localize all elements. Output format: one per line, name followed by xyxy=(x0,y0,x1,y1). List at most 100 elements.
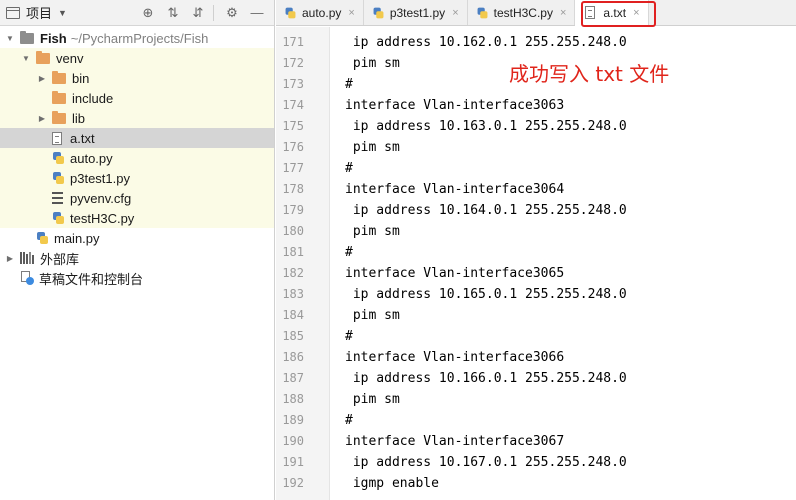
tree-item-path: ~/PycharmProjects/Fish xyxy=(70,30,209,46)
code-line[interactable]: pim sm xyxy=(345,305,796,326)
tab-label: testH3C.py xyxy=(493,5,553,20)
scratch-file-icon xyxy=(20,271,34,285)
tree-item-label: include xyxy=(72,90,114,106)
code-line[interactable]: # xyxy=(345,242,796,263)
tree-item-main-py[interactable]: main.py xyxy=(0,228,274,248)
line-number: 175 xyxy=(282,119,304,133)
python-file-icon xyxy=(52,151,65,165)
code-line[interactable]: ip address 10.166.0.1 255.255.248.0 xyxy=(345,368,796,389)
line-number-gutter: 171 172 173 174 175 176 177 178 179 180 181 182 183 1… xyxy=(276,27,330,500)
tree-item-lib[interactable]: ▶ lib xyxy=(0,108,274,128)
code-line[interactable]: interface Vlan-interface3063 xyxy=(345,95,796,116)
tree-item-label: p3test1.py xyxy=(70,170,130,186)
tree-item-label: 外部库 xyxy=(40,251,80,267)
code-line[interactable]: # xyxy=(345,158,796,179)
tree-item-label: lib xyxy=(72,110,86,126)
line-number: 174 xyxy=(282,98,304,112)
tab-testh3c-py[interactable]: testH3C.py × xyxy=(468,0,576,25)
chevron-down-icon[interactable]: ▼ xyxy=(20,54,32,63)
tree-item-label: 草稿文件和控制台 xyxy=(39,271,144,287)
line-number: 188 xyxy=(282,392,304,406)
line-number: 191 xyxy=(282,455,304,469)
code-line[interactable]: # xyxy=(345,326,796,347)
line-number: 189 xyxy=(282,413,304,427)
code-line[interactable]: interface Vlan-interface3066 xyxy=(345,347,796,368)
project-panel: 项目 ▼ ⊕ ⇅ ⇵ ⚙ — ▼ Fish ~/PycharmProjects/… xyxy=(0,0,275,500)
tree-item-label: bin xyxy=(72,70,90,86)
python-file-icon xyxy=(372,6,384,19)
line-number: 177 xyxy=(282,161,304,175)
chevron-right-icon[interactable]: ▶ xyxy=(4,254,16,263)
code-line[interactable]: pim sm xyxy=(345,221,796,242)
collapse-all-icon[interactable]: ⇵ xyxy=(187,3,209,23)
project-toolbar: 项目 ▼ ⊕ ⇅ ⇵ ⚙ — xyxy=(0,0,274,26)
tree-item-label: a.txt xyxy=(70,130,95,146)
python-file-icon xyxy=(52,171,65,185)
code-line[interactable]: pim sm xyxy=(345,389,796,410)
python-file-icon xyxy=(476,6,488,19)
close-icon[interactable]: × xyxy=(560,7,566,19)
tree-item-testh3c-py[interactable]: testH3C.py xyxy=(0,208,274,228)
code-line[interactable]: interface Vlan-interface3065 xyxy=(345,263,796,284)
line-number: 185 xyxy=(282,329,304,343)
close-icon[interactable]: × xyxy=(452,7,458,19)
tree-item-a-txt[interactable]: a.txt xyxy=(0,128,274,148)
tab-auto-py[interactable]: auto.py × xyxy=(276,0,364,25)
line-number: 172 xyxy=(282,56,304,70)
tab-label: p3test1.py xyxy=(389,5,446,20)
tree-item-pyvenv-cfg[interactable]: pyvenv.cfg xyxy=(0,188,274,208)
tree-item-label: Fish xyxy=(40,30,67,46)
code-line[interactable]: ip address 10.162.0.1 255.255.248.0 xyxy=(345,32,796,53)
line-number: 178 xyxy=(282,182,304,196)
text-file-icon xyxy=(585,6,596,19)
chevron-down-icon[interactable]: ▼ xyxy=(58,8,67,18)
expand-all-icon[interactable]: ⇅ xyxy=(162,3,184,23)
line-number: 184 xyxy=(282,308,304,322)
code-line[interactable]: ip address 10.164.0.1 255.255.248.0 xyxy=(345,200,796,221)
hide-icon[interactable]: — xyxy=(246,3,268,23)
tree-item-external-libraries[interactable]: ▶ 外部库 xyxy=(0,248,274,268)
code-line[interactable]: interface Vlan-interface3067 xyxy=(345,431,796,452)
project-view-icon xyxy=(6,6,20,19)
text-file-icon xyxy=(52,131,62,145)
chevron-right-icon[interactable]: ▶ xyxy=(36,74,48,83)
tree-item-label: venv xyxy=(56,50,84,66)
code-line[interactable]: ip address 10.167.0.1 255.255.248.0 xyxy=(345,452,796,473)
close-icon[interactable]: × xyxy=(348,7,354,19)
chevron-down-icon[interactable]: ▼ xyxy=(4,34,16,43)
code-content[interactable]: ip address 10.162.0.1 255.255.248.0 pim … xyxy=(330,27,796,500)
close-icon[interactable]: × xyxy=(633,7,639,19)
folder-icon xyxy=(52,110,66,124)
line-number: 186 xyxy=(282,350,304,364)
library-icon xyxy=(20,252,35,264)
tree-item-p3test1-py[interactable]: p3test1.py xyxy=(0,168,274,188)
code-line[interactable]: ip address 10.163.0.1 255.255.248.0 xyxy=(345,116,796,137)
line-number: 180 xyxy=(282,224,304,238)
editor-tab-bar: auto.py × p3test1.py × testH3C.py × a.tx… xyxy=(276,0,796,26)
tree-item-fish[interactable]: ▼ Fish ~/PycharmProjects/Fish xyxy=(0,28,274,48)
line-number: 183 xyxy=(282,287,304,301)
code-line[interactable]: igmp enable xyxy=(345,473,796,494)
chevron-right-icon[interactable]: ▶ xyxy=(36,114,48,123)
code-line[interactable]: # xyxy=(345,410,796,431)
code-line[interactable]: ip address 10.165.0.1 255.255.248.0 xyxy=(345,284,796,305)
line-number: 173 xyxy=(282,77,304,91)
tree-item-include[interactable]: include xyxy=(0,88,274,108)
tree-item-auto-py[interactable]: auto.py xyxy=(0,148,274,168)
tab-a-txt[interactable]: a.txt × xyxy=(575,0,649,26)
line-number: 187 xyxy=(282,371,304,385)
python-file-icon xyxy=(52,211,65,225)
locate-icon[interactable]: ⊕ xyxy=(137,3,159,23)
code-editor[interactable]: 171 172 173 174 175 176 177 178 179 180 181 182 183 1… xyxy=(276,27,796,500)
code-line[interactable]: interface Vlan-interface3064 xyxy=(345,179,796,200)
tree-item-venv[interactable]: ▼ venv xyxy=(0,48,274,68)
tree-item-scratches[interactable]: 草稿文件和控制台 xyxy=(0,268,274,288)
line-number: 176 xyxy=(282,140,304,154)
tree-item-bin[interactable]: ▶ bin xyxy=(0,68,274,88)
gear-icon[interactable]: ⚙ xyxy=(221,3,243,23)
folder-icon xyxy=(20,30,34,44)
code-line[interactable]: pim sm xyxy=(345,137,796,158)
project-view-title[interactable]: 项目 xyxy=(26,3,52,22)
tab-p3test1-py[interactable]: p3test1.py × xyxy=(364,0,468,25)
tree-item-label: auto.py xyxy=(70,150,113,166)
